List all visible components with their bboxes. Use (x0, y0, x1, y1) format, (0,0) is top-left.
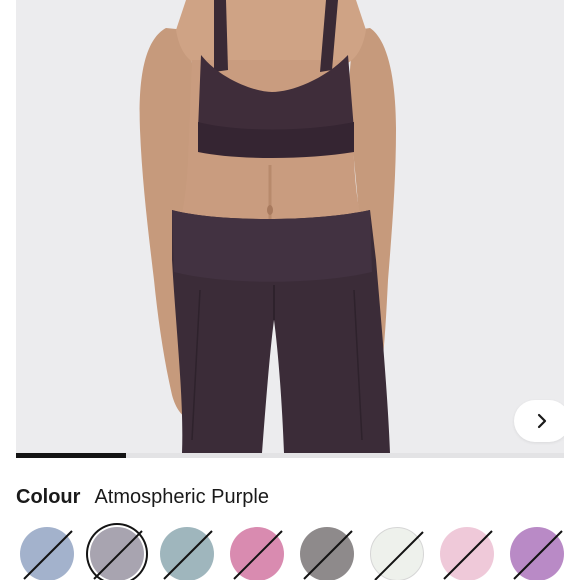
colour-swatches (20, 527, 564, 580)
unavailable-slash-icon (23, 530, 73, 580)
colour-swatch[interactable] (370, 527, 424, 580)
colour-swatch[interactable] (510, 527, 564, 580)
colour-swatch[interactable] (230, 527, 284, 580)
next-image-button[interactable] (514, 400, 564, 442)
unavailable-slash-icon (233, 530, 283, 580)
colour-swatch[interactable] (90, 527, 144, 580)
unavailable-slash-icon (443, 530, 493, 580)
product-page: Colour Atmospheric Purple (0, 0, 580, 580)
colour-row: Colour Atmospheric Purple (16, 486, 269, 512)
unavailable-slash-icon (93, 530, 143, 580)
unavailable-slash-icon (374, 531, 424, 580)
progress-fill (16, 453, 126, 458)
image-carousel-progress (16, 453, 564, 458)
chevron-right-icon (537, 413, 547, 429)
unavailable-slash-icon (303, 530, 353, 580)
colour-swatch[interactable] (440, 527, 494, 580)
colour-swatch[interactable] (160, 527, 214, 580)
colour-label: Colour (16, 486, 81, 508)
product-image[interactable] (16, 0, 564, 453)
model-photo (16, 0, 564, 453)
selected-colour-name: Atmospheric Purple (94, 486, 269, 508)
unavailable-slash-icon (513, 530, 563, 580)
unavailable-slash-icon (163, 530, 213, 580)
colour-swatch[interactable] (20, 527, 74, 580)
colour-swatch[interactable] (300, 527, 354, 580)
